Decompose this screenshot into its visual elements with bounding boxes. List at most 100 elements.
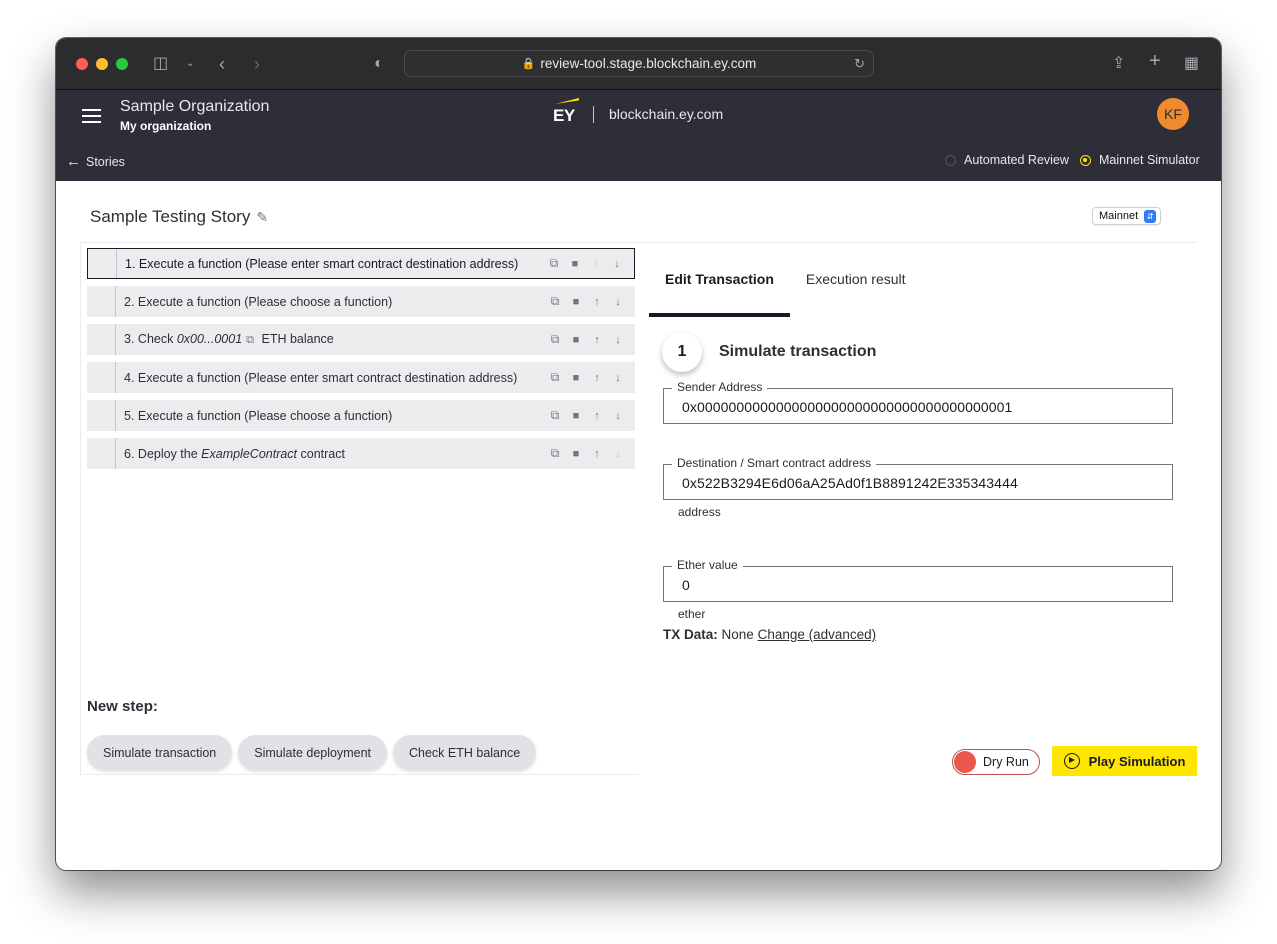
ether-hint: ether [678,607,706,621]
reload-icon[interactable]: ↻ [854,56,865,72]
step-item[interactable]: 4. Execute a function (Please enter smar… [87,362,635,393]
arrow-up-icon[interactable]: ↑ [590,296,604,308]
steps-panel: 1. Execute a function (Please enter smar… [80,242,639,775]
sender-address-input[interactable]: 0x00000000000000000000000000000000000000… [682,399,1012,415]
tab-overview-icon[interactable]: ▦ [1184,54,1199,74]
change-tx-data-link[interactable]: Change (advanced) [758,627,877,642]
duplicate-icon[interactable]: ⧉ [547,256,561,271]
step-label: 6. Deploy the ExampleContract contract [124,446,345,461]
arrow-down-icon[interactable]: ↓ [610,258,624,270]
destination-hint: address [678,505,721,519]
step-item[interactable]: 5. Execute a function (Please choose a f… [87,400,635,431]
destination-address-field[interactable]: Destination / Smart contract address 0x5… [663,456,1173,500]
mode-label: Automated Review [964,153,1069,167]
trash-icon[interactable]: ■ [569,334,583,346]
trash-icon[interactable]: ■ [569,372,583,384]
new-step-buttons: Simulate transaction Simulate deployment… [87,735,537,770]
detail-tabs: Edit Transaction Execution result [649,243,922,317]
mode-radio-mainnet-simulator[interactable]: Mainnet Simulator [1080,153,1200,167]
step-number-badge: 1 [662,332,702,372]
arrow-down-icon[interactable]: ↓ [611,410,625,422]
network-select[interactable]: Mainnet ⇵ [1092,207,1162,225]
edit-pencil-icon[interactable]: ✎ [256,209,268,226]
back-icon[interactable]: ‹ [219,54,225,74]
network-selected-value: Mainnet [1099,210,1139,222]
steps-list: 1. Execute a function (Please enter smar… [87,248,635,476]
arrow-up-icon[interactable]: ↑ [590,448,604,460]
arrow-down-icon[interactable]: ↓ [611,296,625,308]
play-simulation-button[interactable]: Play Simulation [1052,746,1197,776]
back-to-stories-link[interactable]: ← Stories [66,153,125,170]
duplicate-icon[interactable]: ⧉ [548,408,562,423]
step-item[interactable]: 1. Execute a function (Please enter smar… [87,248,635,279]
add-simulate-deployment-button[interactable]: Simulate deployment [238,735,387,770]
duplicate-icon[interactable]: ⧉ [548,294,562,309]
radio-selected-icon [1080,154,1091,166]
drag-handle[interactable] [87,286,116,317]
share-icon[interactable]: ⇪ [1112,54,1125,74]
tab-execution-result[interactable]: Execution result [790,243,922,317]
minimize-window-button[interactable] [96,58,108,70]
zoom-window-button[interactable] [116,58,128,70]
site-domain: blockchain.ey.com [609,106,724,122]
sidebar-toggle-icon[interactable]: ◫ [153,54,168,74]
close-window-button[interactable] [76,58,88,70]
hamburger-menu-icon[interactable] [82,109,101,127]
step-item[interactable]: 2. Execute a function (Please choose a f… [87,286,635,317]
step-label: 4. Execute a function (Please enter smar… [124,370,518,385]
drag-handle[interactable] [88,249,117,278]
drag-handle[interactable] [87,362,116,393]
ey-logo-beam [555,98,579,104]
tx-data-row: TX Data: None Change (advanced) [663,627,876,642]
field-label: Ether value [672,558,743,572]
tab-edit-transaction[interactable]: Edit Transaction [649,243,790,317]
step-item[interactable]: 6. Deploy the ExampleContract contract ⧉… [87,438,635,469]
trash-icon[interactable]: ■ [569,448,583,460]
trash-icon[interactable]: ■ [569,296,583,308]
trash-icon[interactable]: ■ [569,410,583,422]
drag-handle[interactable] [87,324,116,355]
arrow-up-icon[interactable]: ↑ [590,410,604,422]
new-tab-icon[interactable]: + [1149,51,1161,71]
destination-address-input[interactable]: 0x522B3294E6d06aA25Ad0f1B8891242E3353434… [682,475,1018,491]
drag-handle[interactable] [87,400,116,431]
trash-icon[interactable]: ■ [568,258,582,270]
ey-logo: EY [553,98,581,125]
browser-window: ◫ ⌄ ‹ › ◐ 🔒 review-tool.stage.blockchain… [56,38,1221,870]
copy-address-icon[interactable]: ⧉ [246,334,254,346]
tx-data-value: None [721,627,754,642]
forward-icon[interactable]: › [254,54,260,74]
arrow-up-icon[interactable]: ↑ [590,372,604,384]
duplicate-icon[interactable]: ⧉ [548,332,562,347]
add-check-eth-balance-button[interactable]: Check ETH balance [393,735,537,770]
toggle-knob [954,751,976,773]
arrow-down-icon[interactable]: ↓ [611,448,625,460]
address-bar[interactable]: 🔒 review-tool.stage.blockchain.ey.com ↻ [404,50,874,77]
field-label: Sender Address [672,380,768,394]
duplicate-icon[interactable]: ⧉ [548,370,562,385]
drag-handle[interactable] [87,438,116,469]
user-avatar[interactable]: KF [1157,98,1189,130]
organization-subtitle: My organization [120,119,212,133]
dry-run-toggle[interactable]: Dry Run [952,749,1040,775]
add-simulate-transaction-button[interactable]: Simulate transaction [87,735,233,770]
mode-radio-automated-review[interactable]: Automated Review [945,153,1069,167]
arrow-up-icon[interactable]: ↑ [590,334,604,346]
shield-icon[interactable]: ◐ [374,54,384,74]
logo-separator [593,106,594,123]
arrow-up-icon[interactable]: ↑ [589,258,603,270]
select-stepper-icon: ⇵ [1144,209,1157,223]
radio-unselected-icon [945,154,956,166]
arrow-down-icon[interactable]: ↓ [611,372,625,384]
arrow-down-icon[interactable]: ↓ [611,334,625,346]
duplicate-icon[interactable]: ⧉ [548,446,562,461]
chevron-down-icon[interactable]: ⌄ [186,54,194,74]
sender-address-field[interactable]: Sender Address 0x00000000000000000000000… [663,380,1173,424]
contract-name: ExampleContract [201,446,298,461]
step-item[interactable]: 3. Check 0x00...0001 ⧉ ETH balance ⧉ ■ ↑ … [87,324,635,355]
play-simulation-label: Play Simulation [1088,753,1186,769]
ether-value-field[interactable]: Ether value 0 [663,558,1173,602]
dry-run-label: Dry Run [983,755,1029,769]
ether-value-input[interactable]: 0 [682,577,690,593]
window-controls [76,58,128,70]
